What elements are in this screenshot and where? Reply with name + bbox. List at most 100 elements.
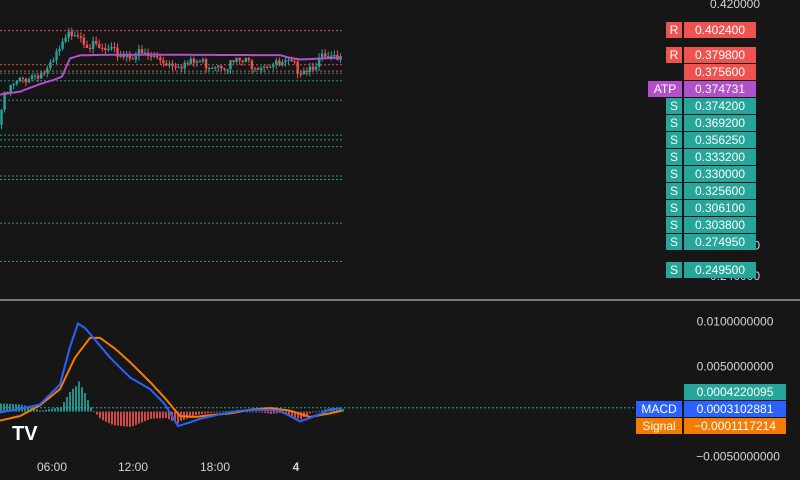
level-value-text: 0.303800 [695,218,745,232]
candle-body [18,77,21,81]
level-tag-text: S [670,150,678,164]
time-tick-label: 06:00 [37,460,67,474]
histogram-bar [126,411,128,427]
candle-body [241,60,244,62]
candle-body [64,37,67,42]
candle-body [296,61,299,74]
histogram-bar [129,411,131,427]
candle-body [24,78,28,83]
level-tag-text: R [670,48,679,62]
candle-body [183,62,186,69]
level-value-text: 0.375600 [695,65,745,79]
level-label[interactable]: R 0.402400 [666,22,756,38]
level-label[interactable]: S 0.333200 [666,149,756,165]
level-value-text: 0.306100 [695,201,745,215]
histogram-bar [195,411,197,416]
candle-body [88,47,92,49]
candle-body [207,68,211,69]
candle-body [159,57,162,61]
histogram-bar [198,411,200,415]
level-label[interactable]: R 0.379800 [666,47,756,63]
candle-body [67,31,70,38]
chart-canvas[interactable]: 0.4200000.2600000.240000R0.402400R0.3798… [0,0,800,480]
histogram-bar [90,407,92,412]
candle-body [287,59,290,61]
candle-body [177,67,180,69]
candle-body [256,68,260,70]
level-tag-text: S [670,263,678,277]
level-label[interactable]: S 0.330000 [666,166,756,182]
candle-body [314,66,318,70]
histogram-bar [201,411,203,414]
level-label[interactable]: S 0.356250 [666,132,756,148]
macd-value-label[interactable]: 0.0004220095 [684,384,786,400]
level-value-text: 0.249500 [695,263,745,277]
candle-body [165,63,168,66]
candle-body [223,68,226,70]
level-tag-text: S [670,184,678,198]
level-label[interactable]: 0.375600 [684,64,756,80]
level-label[interactable]: S 0.325600 [666,183,756,199]
macd-value-text: −0.0001117214 [694,419,776,433]
candle-body [73,35,76,37]
macd-value-label[interactable]: Signal −0.0001117214 [636,418,786,434]
histogram-bar [150,411,152,419]
level-label[interactable]: S 0.369200 [666,115,756,131]
level-value-text: 0.274950 [695,235,745,249]
histogram-bar [141,411,143,423]
candle-body [305,71,309,73]
candle-body [82,37,86,45]
macd-tick-label: −0.0050000000 [696,450,780,464]
candle-body [302,71,305,75]
histogram-bar [204,411,206,414]
candle-body [211,67,214,69]
histogram-bar [258,411,260,413]
candle-body [293,61,296,63]
histogram-bar [99,411,101,419]
histogram-bar [147,411,149,420]
tradingview-logo-icon[interactable]: TV [12,423,38,445]
candle-body [27,79,31,83]
candle-body [107,48,110,51]
macd-value-label[interactable]: MACD 0.0003102881 [636,401,786,417]
candle-body [250,60,254,69]
level-label[interactable]: S 0.374200 [666,98,756,114]
histogram-bar [309,411,311,414]
histogram-bar [39,410,41,412]
candle-body [311,66,315,70]
candle-body [269,66,272,68]
histogram-bar [306,411,308,416]
histogram-bar [93,411,95,412]
level-tag-text: R [670,23,679,37]
histogram-bar [105,411,107,422]
histogram-bar [312,411,314,413]
macd-value-text: 0.0004220095 [697,385,774,399]
level-label[interactable]: S 0.303800 [666,217,756,233]
histogram-bar [132,411,134,427]
time-tick-label: 12:00 [118,460,148,474]
histogram-bar [261,411,263,413]
level-label[interactable]: S 0.306100 [666,200,756,216]
candle-body [266,66,269,68]
level-tag-text: S [670,99,678,113]
candle-body [226,69,229,71]
histogram-bar [165,411,167,418]
candle-body [110,46,113,49]
candle-body [122,55,125,58]
candle-body [79,36,83,38]
histogram-bar [66,397,68,412]
logo-text: TV [12,423,38,445]
level-label[interactable]: S 0.249500 [666,262,756,278]
time-tick-label: 4 [293,460,300,474]
level-label[interactable]: ATP 0.374731 [648,81,756,97]
histogram-bar [210,411,212,413]
candle-body [21,77,25,79]
histogram-bar [138,411,140,424]
level-label[interactable]: S 0.274950 [666,234,756,250]
histogram-bar [153,411,155,419]
histogram-bar [3,403,5,412]
time-tick-label: 18:00 [200,460,230,474]
candle-body [290,59,293,62]
level-tag-text: S [670,133,678,147]
histogram-bar [36,409,38,412]
